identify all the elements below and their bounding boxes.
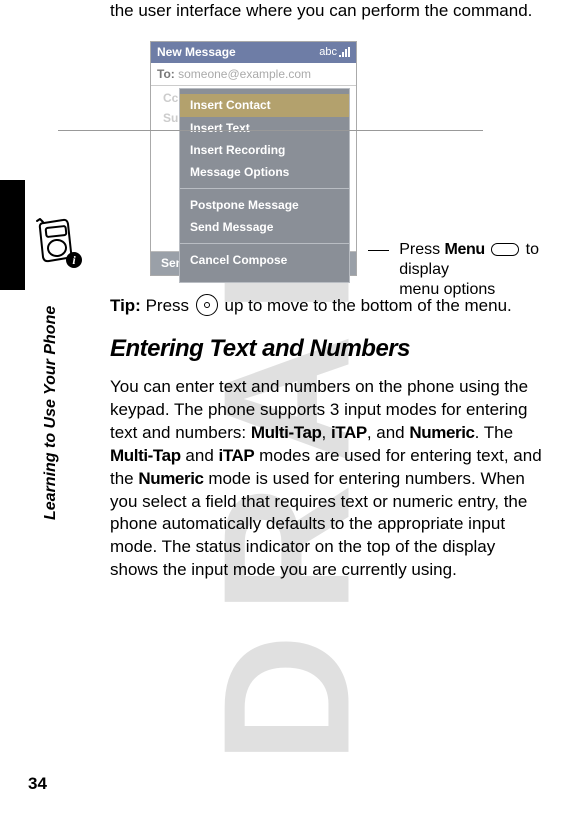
callout-leader-line (368, 250, 389, 251)
body-text: , (322, 423, 331, 442)
tip-text: Press (141, 296, 194, 315)
mode-term: Numeric (409, 423, 474, 442)
mode-term: iTAP (219, 446, 255, 465)
body-text: , and (367, 423, 410, 442)
menu-item: Insert Recording (180, 139, 349, 161)
input-mode-indicator: abc (319, 45, 337, 60)
body-text: and (181, 446, 219, 465)
tip-label: Tip: (110, 296, 141, 315)
field-ghost-cc: Cc (163, 90, 178, 106)
phone-screenshot: New Message abc To: someone@example.com … (150, 41, 546, 276)
menu-item: Send Message (180, 216, 349, 238)
callout: Press Menu to display menu options (368, 240, 546, 300)
phone-context-menu: Insert Contact Insert Text Insert Record… (179, 88, 350, 282)
signal-icon (339, 47, 350, 57)
to-value: someone@example.com (178, 67, 311, 81)
softkey-icon (491, 243, 519, 256)
menu-item: Insert Contact (180, 94, 349, 116)
section-heading: Entering Text and Numbers (110, 333, 546, 365)
to-label: To: (157, 67, 175, 81)
phone-title: New Message (157, 44, 236, 60)
field-ghost-su: Su (163, 110, 178, 126)
page-number: 34 (28, 773, 47, 796)
menu-item: Cancel Compose (180, 249, 349, 271)
mode-term: Multi-Tap (110, 446, 181, 465)
mode-term: iTAP (331, 423, 367, 442)
callout-text: Press (399, 241, 444, 258)
menu-item: Message Options (180, 161, 349, 183)
intro-fragment: the user interface where you can perform… (110, 0, 546, 23)
menu-item: Postpone Message (180, 194, 349, 216)
guide-line (58, 130, 483, 131)
menu-term: Menu (445, 241, 485, 258)
nav-key-icon (196, 294, 218, 316)
mode-term: Multi-Tap (251, 423, 322, 442)
phone-to-row: To: someone@example.com (151, 63, 356, 86)
callout-text: menu options (399, 281, 495, 298)
body-paragraph: You can enter text and numbers on the ph… (110, 376, 546, 582)
menu-item: Insert Text (180, 117, 349, 139)
body-text: . The (475, 423, 513, 442)
mode-term: Numeric (138, 469, 203, 488)
